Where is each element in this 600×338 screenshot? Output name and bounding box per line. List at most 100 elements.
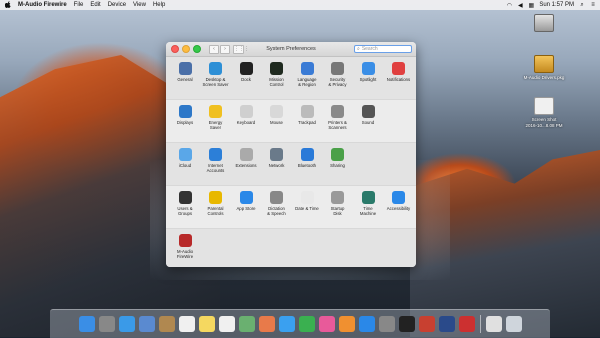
pref-desktop[interactable]: Desktop & Screen Saver [201,62,231,87]
pref-label: Notifications [386,77,411,82]
desktop-drive-icon[interactable] [522,14,566,34]
menu-view[interactable]: View [133,2,146,8]
pref-label: Extensions [235,163,257,168]
pref-m-audio[interactable]: M-Audio FireWire [170,234,200,259]
sound-icon [361,105,375,118]
pref-bluetooth[interactable]: Bluetooth [292,148,322,168]
back-button[interactable]: ‹ [209,44,219,54]
launchpad-icon[interactable] [98,316,115,332]
pref-security[interactable]: Security & Privacy [323,62,353,87]
reminders-icon[interactable] [218,316,235,332]
pref-general[interactable]: General [170,62,200,82]
pref-internet-accounts[interactable]: Internet Accounts [201,148,231,173]
sound-wave-icon[interactable] [418,316,435,332]
keyboard-icon [239,105,253,118]
pref-clock[interactable]: Date & Time [292,191,322,211]
network-icon [270,148,283,161]
forward-button[interactable]: › [220,44,230,54]
safari-icon[interactable] [118,316,135,332]
pref-time-machine[interactable]: Time Machine [353,191,383,216]
pref-notifications[interactable]: Notifications [384,62,414,82]
pref-sharing[interactable]: Sharing [323,148,353,168]
ibooks-icon[interactable] [338,316,355,332]
desktop-screenshot-icon[interactable]: Screen Shot 2016-10...8.08 PM [522,97,566,128]
language-icon [300,62,314,75]
pref-startup-disk[interactable]: Startup Disk [323,191,353,216]
pref-dock[interactable]: Dock [231,62,261,82]
calendar-icon[interactable] [178,316,195,332]
pref-spotlight[interactable]: Spotlight [353,62,383,82]
internet-accounts-icon [209,148,222,161]
pref-icloud[interactable]: iCloud [170,148,200,168]
system-section: Users & Groups Parental Controls App Store… [166,186,416,229]
pref-dictation[interactable]: Dictation & Speech [262,191,292,216]
finder-icon[interactable] [78,316,95,332]
pref-displays[interactable]: Displays [170,105,200,125]
disk-utility-icon[interactable] [458,316,475,332]
app-menu[interactable]: M-Audio Firewire [18,2,67,8]
clock[interactable]: Sun 1:57 PM [539,2,574,8]
zoom-button[interactable] [193,45,201,53]
pref-network[interactable]: Network [262,148,292,168]
pref-app-store[interactable]: App Store [231,191,261,211]
notification-center-icon[interactable]: ≡ [590,2,596,8]
contacts-icon[interactable] [158,316,175,332]
internet-section: iCloud Internet Accounts Extensions Network… [166,143,416,186]
pref-energy[interactable]: Energy Saver [201,105,231,130]
menu-bar: M-Audio Firewire File Edit Device View H… [0,0,600,10]
quicktime-icon[interactable] [438,316,455,332]
trash-icon[interactable] [505,316,522,332]
pref-sound[interactable]: Sound [353,105,383,125]
menu-file[interactable]: File [74,2,84,8]
desktop-package-icon[interactable]: M-Audio Drivers.pkg [522,55,566,81]
menu-help[interactable]: Help [153,2,165,8]
wifi-icon[interactable]: ◠ [506,2,512,9]
sharing-icon [331,148,344,161]
notes-icon[interactable] [198,316,215,332]
itunes-icon[interactable] [318,316,335,332]
pref-accessibility[interactable]: Accessibility [384,191,414,211]
pref-label: iCloud [178,163,192,168]
system-preferences-icon[interactable] [378,316,395,332]
hardware-section: Displays Energy Saver Keyboard Mouse Trackpa… [166,100,416,143]
maps-icon[interactable] [238,316,255,332]
facetime-icon[interactable] [298,316,315,332]
pref-trackpad[interactable]: Trackpad [292,105,322,125]
system-preferences-window: ‹ › ⋮⋮⋮ System Preferences ⌕ Search Gene… [166,42,416,267]
volume-icon[interactable]: ◀ [517,2,523,9]
title-bar[interactable]: ‹ › ⋮⋮⋮ System Preferences ⌕ Search [166,42,416,57]
pref-label: Dictation & Speech [267,206,286,216]
general-icon [178,62,192,75]
pref-label: Energy Saver [208,120,223,130]
pref-label: Sound [361,120,375,125]
search-field[interactable]: ⌕ Search [354,45,412,53]
pref-mission-control[interactable]: Mission Control [262,62,292,87]
pref-language[interactable]: Language & Region [292,62,322,87]
package-icon [534,55,554,73]
photos-icon[interactable] [258,316,275,332]
menu-edit[interactable]: Edit [90,2,100,8]
pref-label: Sharing [330,163,345,168]
downloads-icon[interactable] [485,316,502,332]
messages-icon[interactable] [278,316,295,332]
preview-icon[interactable] [138,316,155,332]
menu-device[interactable]: Device [108,2,126,8]
show-all-button[interactable]: ⋮⋮⋮ [233,44,249,54]
pref-label: Printers & Scanners [328,120,347,130]
pref-extensions[interactable]: Extensions [231,148,261,168]
pref-parental[interactable]: Parental Controls [201,191,231,216]
piano-icon[interactable] [398,316,415,332]
close-button[interactable] [171,45,179,53]
spotlight-menu-icon[interactable]: ⌕ [579,2,585,8]
pref-mouse[interactable]: Mouse [262,105,292,125]
clock-icon [300,191,314,204]
pref-users[interactable]: Users & Groups [170,191,200,216]
apple-menu-icon[interactable] [4,0,12,10]
flag-icon[interactable]: ▦ [528,2,534,9]
app-store-dock-icon[interactable] [358,316,375,332]
minimize-button[interactable] [182,45,190,53]
parental-icon [209,191,222,204]
bluetooth-icon [300,148,314,161]
pref-keyboard[interactable]: Keyboard [231,105,261,125]
pref-printer[interactable]: Printers & Scanners [323,105,353,130]
